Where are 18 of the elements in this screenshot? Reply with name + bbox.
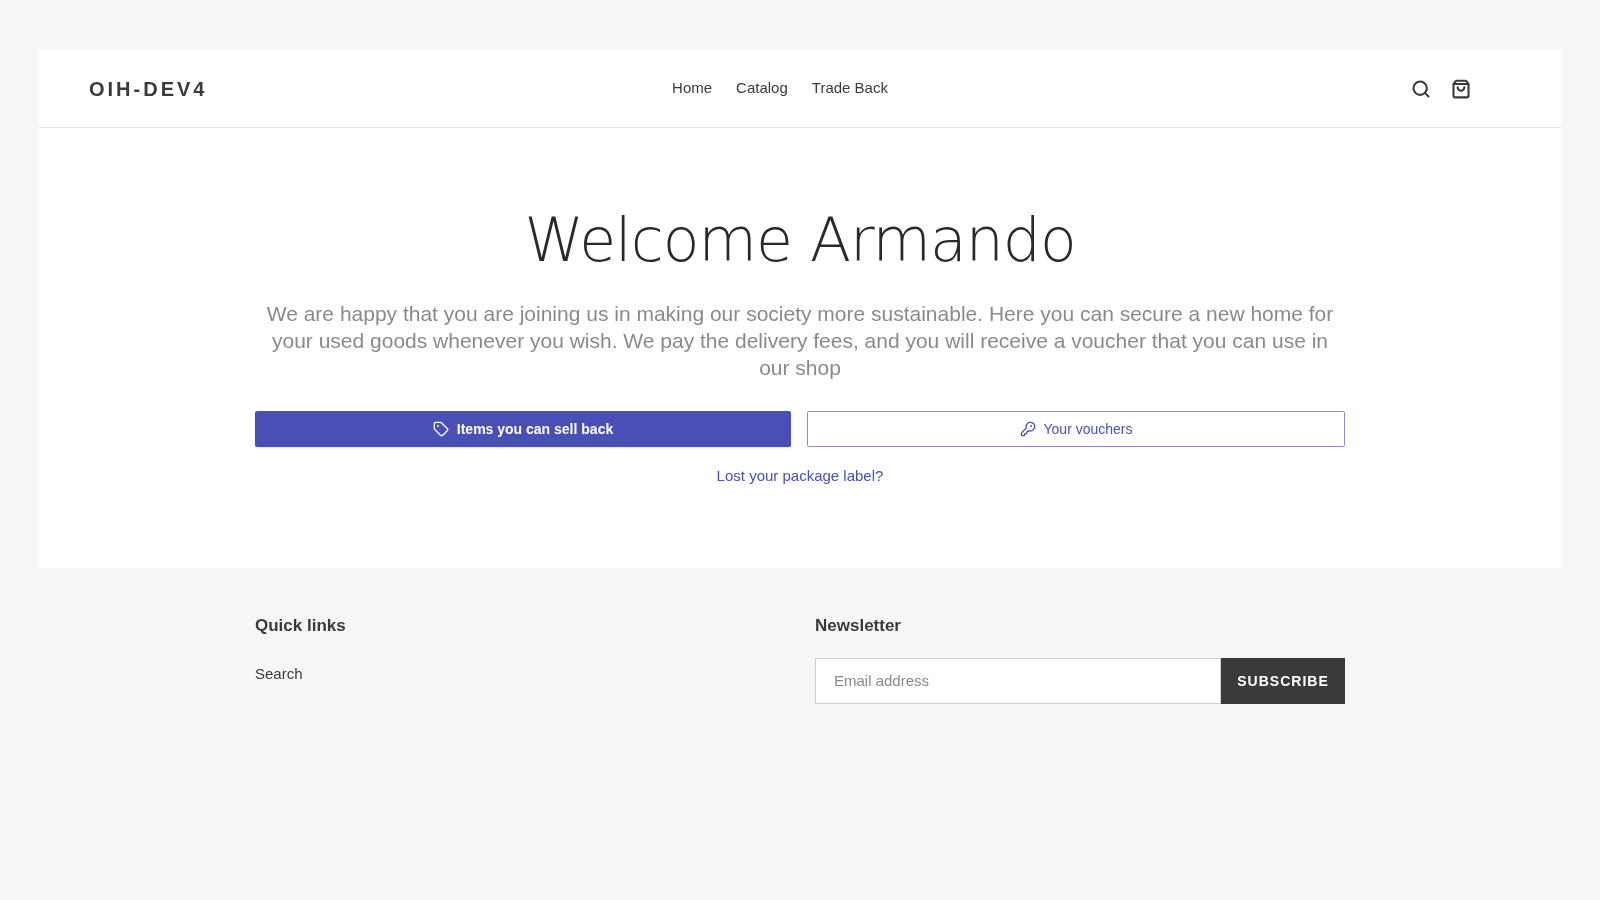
key-icon <box>1019 421 1036 437</box>
footer-link[interactable]: Search <box>255 663 815 686</box>
subscribe-button[interactable]: SUBSCRIBE <box>1221 658 1345 704</box>
sell-back-button[interactable]: Items you can sell back <box>255 411 791 447</box>
lost-label-link[interactable]: Lost your package label? <box>716 465 884 488</box>
vouchers-button[interactable]: Your vouchers <box>807 411 1345 447</box>
nav-link[interactable]: Catalog <box>736 77 788 100</box>
footer-heading: Newsletter <box>815 614 902 637</box>
intro-paragraph: We are happy that you are joining us in making our society more sustainable. Here you can secure a new home for your used goods whenever you wish. We pay the delivery fees, and you will receive a voucher that you can use in our shop <box>265 301 1335 381</box>
nav-link[interactable]: Home <box>672 77 713 100</box>
footer-heading: Quick links <box>255 614 347 637</box>
logo[interactable]: OIH-DEV4 <box>89 77 208 100</box>
welcome-heading: Welcome Armando <box>524 210 1076 270</box>
search-icon[interactable] <box>1411 78 1431 99</box>
email-field[interactable]: Email address <box>815 658 1221 704</box>
cart-icon[interactable] <box>1451 78 1471 99</box>
nav-link[interactable]: Trade Back <box>811 77 888 100</box>
tag-icon <box>432 421 449 437</box>
